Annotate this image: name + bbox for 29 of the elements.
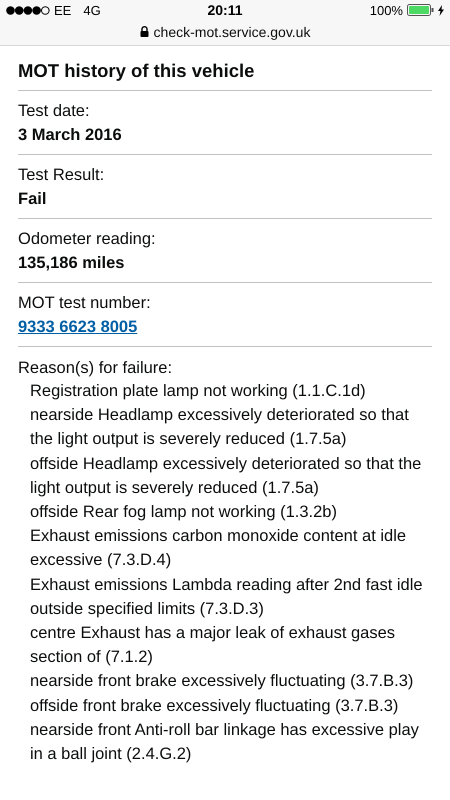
- lock-icon: [140, 26, 149, 37]
- field-value: 3 March 2016: [18, 125, 123, 146]
- page-url[interactable]: check-mot.service.gov.uk: [154, 24, 310, 40]
- field-value: 135,186 miles: [18, 253, 126, 274]
- failure-reason: Exhaust emissions Lambda reading after 2nd fast idle outside specified limits (7.3.D.3): [29, 574, 424, 620]
- field-label: Test Result:: [18, 165, 106, 186]
- test-number-link[interactable]: 9333 6623 8005: [18, 316, 138, 338]
- field-label: Test date:: [18, 101, 91, 122]
- failure-reason: offside Headlamp excessively deteriorated so that the light output is severely reduced (1.7.5a): [29, 454, 422, 499]
- failure-reason: nearside Headlamp excessively deteriorated so that the light output is severely reduced (1.7.5a): [29, 405, 410, 450]
- failure-reason: nearside front brake excessively fluctuating (3.7.B.3): [29, 671, 414, 692]
- signal-icon: [6, 6, 50, 14]
- failure-reason: Registration plate lamp not working (1.1.C.1d): [29, 381, 367, 402]
- failure-reason: Exhaust emissions carbon monoxide content at idle excessive (7.3.D.4): [29, 526, 408, 572]
- failure-reason: nearside front Anti-roll bar linkage has excessive play in a ball joint (2.4.G.2): [29, 720, 420, 766]
- field-label: Reason(s) for failure:: [18, 358, 174, 379]
- failure-reason: offside Rear fog lamp not working (1.3.2b): [29, 502, 338, 524]
- field-value: Fail: [18, 189, 48, 210]
- battery-percent: 100%: [370, 2, 403, 18]
- failure-reason: offside front brake excessively fluctuating (3.7.B.3): [29, 696, 400, 717]
- carrier-name: EE: [54, 2, 72, 18]
- field-label: Odometer reading:: [18, 229, 157, 250]
- battery-icon: [406, 4, 434, 16]
- clock-time: 20:11: [207, 2, 243, 18]
- page-heading: MOT history of this vehicle: [18, 46, 432, 91]
- failure-reason: centre Exhaust has a major leak of exhaust gases section of (7.1.2): [29, 623, 396, 668]
- network-type: 4G: [83, 2, 101, 18]
- field-label: MOT test number:: [18, 293, 152, 314]
- charging-icon: [438, 4, 444, 16]
